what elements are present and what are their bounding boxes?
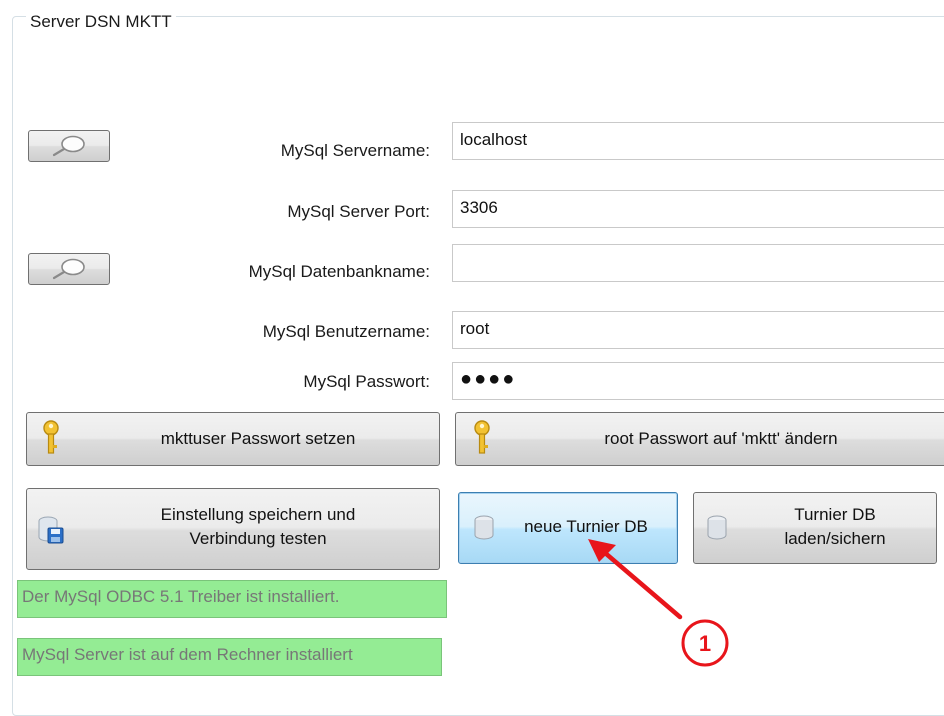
root-password-label: root Passwort auf 'mktt' ändern (604, 429, 838, 448)
root-password-button[interactable]: root Passwort auf 'mktt' ändern (455, 412, 944, 466)
new-tournament-db-label: neue Turnier DB (524, 517, 648, 536)
dbname-label: MySql Datenbankname: (248, 262, 430, 281)
save-button-line2: Verbindung testen (189, 529, 327, 548)
save-button-line1: Einstellung speichern und (160, 505, 356, 524)
server-status: MySql Server ist auf dem Rechner install… (17, 638, 442, 676)
save-and-test-button[interactable]: Einstellung speichern und Verbindung tes… (26, 488, 440, 570)
group-title: Server DSN MKTT (26, 12, 176, 32)
password-input[interactable]: ●●●● (452, 362, 944, 400)
load-save-tournament-db-button[interactable]: Turnier DB laden/sichern (693, 492, 937, 564)
key-icon (474, 420, 490, 454)
port-input[interactable]: 3306 (452, 190, 944, 228)
new-tournament-db-button[interactable]: neue Turnier DB (458, 492, 678, 564)
username-input[interactable]: root (452, 311, 944, 349)
password-label: MySql Passwort: (303, 372, 430, 391)
port-label: MySql Server Port: (287, 202, 430, 221)
load-button-line1: Turnier DB (794, 505, 876, 524)
save-db-icon (38, 516, 64, 544)
key-icon (43, 420, 59, 454)
mkttuser-password-button[interactable]: mkttuser Passwort setzen (26, 412, 440, 466)
servername-input[interactable]: localhost (452, 122, 944, 160)
username-label: MySql Benutzername: (262, 322, 430, 341)
odbc-status: Der MySql ODBC 5.1 Treiber ist installie… (17, 580, 447, 618)
database-icon (707, 515, 727, 540)
load-button-line2: laden/sichern (784, 529, 886, 548)
mkttuser-password-label: mkttuser Passwort setzen (160, 429, 356, 448)
servername-label: MySql Servername: (280, 141, 430, 160)
database-icon (474, 515, 494, 540)
dbname-input[interactable] (452, 244, 944, 282)
